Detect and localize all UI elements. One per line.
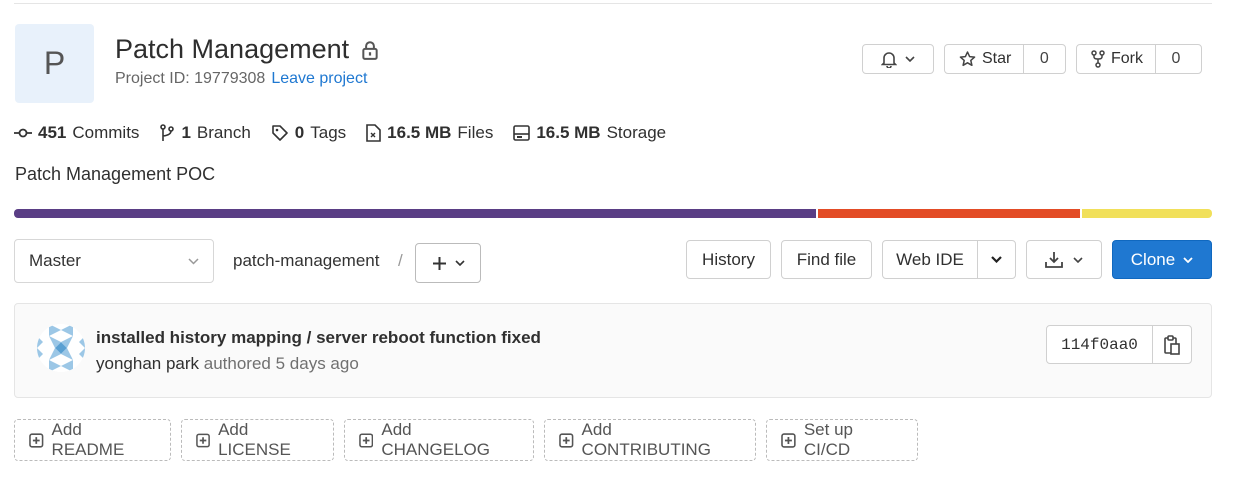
project-title: Patch Management	[115, 34, 379, 65]
plus-square-icon	[781, 432, 796, 448]
clipboard-icon	[1164, 334, 1180, 355]
add-license-button[interactable]: Add LICENSE	[181, 419, 334, 461]
language-segment[interactable]	[1081, 209, 1212, 218]
stat-label: Commits	[72, 123, 140, 142]
star-button[interactable]: Star 0	[944, 44, 1066, 74]
commit-authored-time: authored 5 days ago	[203, 354, 359, 373]
tag-icon	[271, 125, 288, 141]
commit-author-link[interactable]: yonghan park	[96, 354, 199, 373]
stat-commits[interactable]: 451 Commits	[14, 123, 139, 143]
last-commit-panel: installed history mapping / server reboo…	[14, 303, 1212, 398]
stat-storage: 16.5 MB Storage	[513, 123, 666, 143]
notification-button[interactable]	[862, 44, 934, 74]
plus-square-icon	[559, 432, 574, 448]
copy-sha-button[interactable]	[1153, 326, 1191, 363]
language-segment[interactable]	[818, 209, 1080, 218]
stat-label: Branch	[196, 123, 251, 142]
plus-square-icon	[196, 433, 210, 447]
commit-author-line: yonghan park authored 5 days ago	[96, 354, 359, 374]
plus-square-icon	[359, 433, 374, 447]
add-to-tree-button[interactable]	[415, 243, 481, 283]
chevron-down-icon	[1073, 256, 1083, 263]
project-title-text: Patch Management	[115, 34, 350, 64]
top-divider	[14, 3, 1212, 4]
add-changelog-button[interactable]: Add CHANGELOG	[344, 419, 534, 461]
plus-icon	[432, 256, 446, 270]
language-segment[interactable]	[14, 209, 817, 218]
commit-sha[interactable]: 114f0aa0	[1047, 326, 1153, 363]
stat-value: 1	[181, 123, 191, 142]
clone-button[interactable]: Clone	[1112, 240, 1212, 279]
project-avatar: P	[15, 24, 94, 103]
branch-name: Master	[29, 251, 81, 270]
stat-branches[interactable]: 1 Branch	[159, 123, 251, 143]
setup-cicd-button[interactable]: Set up CI/CD	[766, 419, 918, 461]
stat-value: 16.5 MB	[387, 123, 452, 142]
quick-action-label: Add CHANGELOG	[381, 420, 491, 459]
bell-icon	[881, 51, 897, 68]
quick-action-label: Add README	[51, 420, 125, 459]
storage-icon	[513, 125, 531, 141]
chevron-down-icon	[454, 260, 465, 266]
project-description: Patch Management POC	[15, 164, 216, 184]
avatar-letter: P	[43, 45, 66, 81]
stat-files[interactable]: 16.5 MB Files	[366, 123, 493, 143]
commit-icon	[14, 128, 32, 138]
project-id: Project ID: 19779308 Leave project	[115, 70, 367, 88]
history-button[interactable]: History	[686, 240, 771, 279]
identicon-icon	[37, 324, 85, 372]
author-avatar[interactable]	[37, 324, 85, 372]
quick-action-label: Add LICENSE	[218, 420, 291, 459]
chevron-down-icon	[188, 257, 199, 265]
download-button[interactable]	[1026, 240, 1102, 279]
clone-label: Clone	[1130, 249, 1176, 269]
stat-value: 451	[38, 123, 67, 142]
web-ide-label[interactable]: Web IDE	[883, 241, 978, 278]
stat-label: Tags	[310, 123, 347, 142]
file-icon	[366, 124, 381, 142]
stat-tags[interactable]: 0 Tags	[271, 123, 346, 143]
download-icon	[1045, 251, 1063, 268]
chevron-down-icon	[905, 56, 915, 62]
stat-value: 16.5 MB	[536, 123, 601, 142]
stat-label: Files	[457, 123, 494, 142]
fork-label: Fork	[1111, 50, 1143, 67]
path-separator: /	[398, 251, 403, 270]
fork-icon	[1091, 50, 1105, 68]
language-bar[interactable]	[14, 209, 1212, 218]
star-label: Star	[982, 50, 1012, 67]
add-contributing-button[interactable]: Add CONTRIBUTING	[544, 419, 756, 461]
star-icon	[959, 51, 976, 67]
stat-label: Storage	[606, 123, 667, 142]
chevron-down-icon	[991, 256, 1002, 263]
project-stats: 451 Commits 1 Branch 0 Tags 16.5 MB Files 16…	[14, 123, 666, 143]
stat-value: 0	[294, 123, 305, 142]
commit-message-link[interactable]: installed history mapping / server reboo…	[96, 328, 541, 348]
fork-count[interactable]: 0	[1156, 50, 1196, 68]
project-id-text: Project ID: 19779308	[115, 70, 266, 87]
web-ide-dropdown[interactable]	[978, 256, 1015, 263]
find-file-button[interactable]: Find file	[781, 240, 872, 279]
leave-project-link[interactable]: Leave project	[271, 70, 367, 87]
repo-path-link[interactable]: patch-management	[233, 251, 379, 271]
branch-selector[interactable]: Master	[14, 239, 214, 283]
commit-sha-group: 114f0aa0	[1046, 325, 1192, 364]
chevron-down-icon	[1183, 256, 1193, 263]
quick-action-label: Add CONTRIBUTING	[581, 420, 711, 459]
branch-icon	[160, 124, 175, 141]
quick-action-label: Set up CI/CD	[803, 420, 853, 459]
add-readme-button[interactable]: Add README	[14, 419, 171, 461]
lock-icon	[362, 40, 378, 60]
web-ide-button[interactable]: Web IDE	[882, 240, 1016, 279]
fork-button[interactable]: Fork 0	[1076, 44, 1202, 74]
plus-square-icon	[29, 432, 44, 448]
star-count[interactable]: 0	[1024, 50, 1064, 68]
